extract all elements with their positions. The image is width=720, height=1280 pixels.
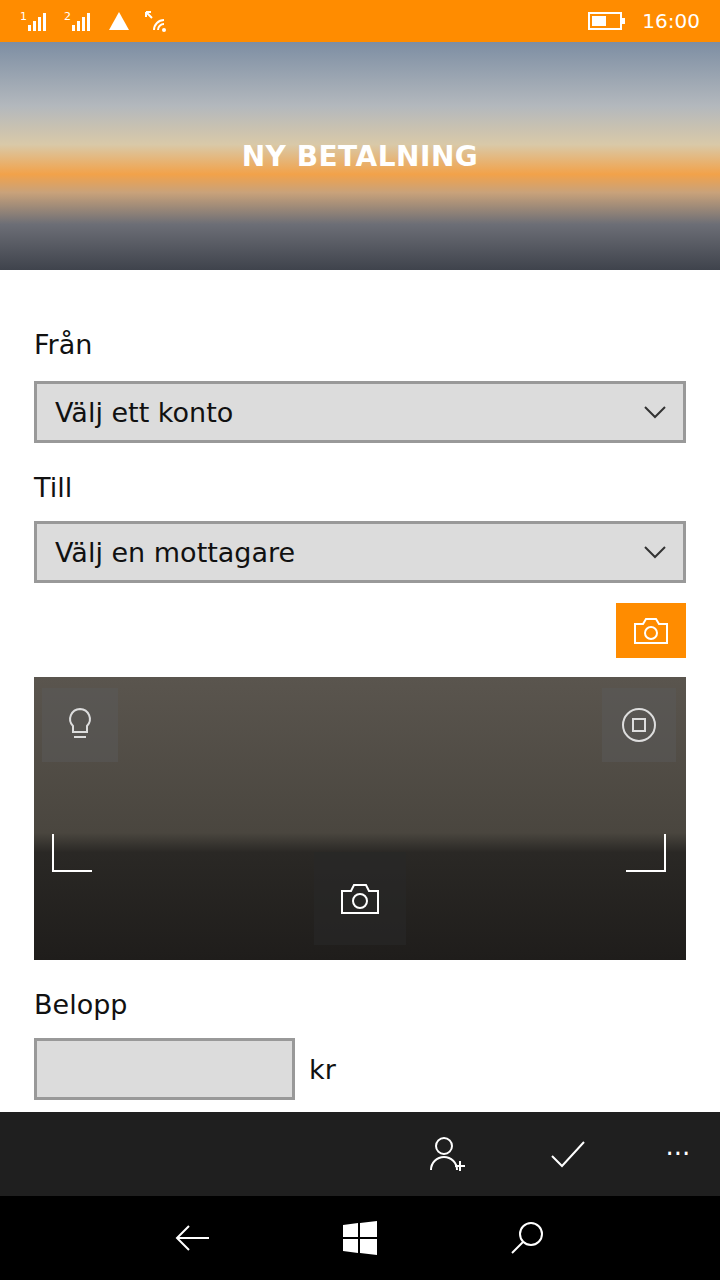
lightbulb-icon bbox=[65, 707, 95, 743]
signal-icon bbox=[28, 11, 50, 31]
status-right: 16:00 bbox=[588, 9, 700, 33]
signal-sim1: 1 bbox=[20, 11, 50, 31]
page-title: NY BETALNING bbox=[242, 140, 479, 173]
start-button[interactable] bbox=[320, 1203, 400, 1273]
dropdown-placeholder: Välj ett konto bbox=[55, 397, 233, 428]
battery-icon bbox=[588, 12, 626, 30]
to-label: Till bbox=[34, 471, 686, 505]
app-bar: ··· bbox=[0, 1112, 720, 1196]
stop-icon bbox=[621, 707, 657, 743]
search-button[interactable] bbox=[487, 1203, 567, 1273]
signal-icon bbox=[72, 11, 94, 31]
sim-number: 2 bbox=[64, 11, 71, 22]
add-person-icon bbox=[428, 1134, 468, 1174]
data-triangle-icon bbox=[108, 11, 130, 31]
payment-form: Från Välj ett konto Till Välj en mottaga… bbox=[0, 270, 720, 1112]
currency-unit: kr bbox=[309, 1054, 336, 1085]
scan-corner-left bbox=[52, 834, 92, 872]
amount-label: Belopp bbox=[34, 988, 686, 1022]
from-label: Från bbox=[34, 328, 686, 362]
chevron-down-icon bbox=[643, 405, 667, 419]
camera-icon bbox=[340, 883, 380, 915]
status-icons: 1 2 bbox=[20, 10, 170, 32]
header: NY BETALNING bbox=[0, 42, 720, 270]
amount-input[interactable] bbox=[34, 1038, 295, 1100]
stop-button[interactable] bbox=[602, 688, 676, 762]
add-recipient-button[interactable] bbox=[408, 1119, 488, 1189]
amount-row: kr bbox=[34, 1038, 686, 1100]
status-bar: 1 2 16:00 bbox=[0, 0, 720, 42]
capture-button[interactable] bbox=[314, 852, 406, 945]
back-button[interactable] bbox=[153, 1203, 233, 1273]
camera-toggle-button[interactable] bbox=[616, 603, 686, 658]
windows-logo-icon bbox=[342, 1220, 378, 1256]
recipient-dropdown[interactable]: Välj en mottagare bbox=[34, 521, 686, 583]
clock: 16:00 bbox=[642, 9, 700, 33]
wifi-icon bbox=[144, 10, 170, 32]
camera-icon bbox=[633, 617, 669, 645]
navigation-bar bbox=[0, 1196, 720, 1280]
sim-number: 1 bbox=[20, 11, 27, 22]
camera-preview bbox=[34, 677, 686, 960]
confirm-button[interactable] bbox=[528, 1119, 608, 1189]
signal-sim2: 2 bbox=[64, 11, 94, 31]
screen: 1 2 16:00 NY BETALNING Från Välj ett kon… bbox=[0, 0, 720, 1280]
more-button[interactable]: ··· bbox=[648, 1119, 708, 1189]
check-icon bbox=[548, 1134, 588, 1174]
back-arrow-icon bbox=[173, 1222, 213, 1254]
search-icon bbox=[509, 1220, 545, 1256]
chevron-down-icon bbox=[643, 545, 667, 559]
scan-corner-right bbox=[626, 834, 666, 872]
camera-row bbox=[34, 603, 686, 658]
from-account-dropdown[interactable]: Välj ett konto bbox=[34, 381, 686, 443]
dropdown-placeholder: Välj en mottagare bbox=[55, 537, 295, 568]
flash-button[interactable] bbox=[42, 688, 118, 762]
